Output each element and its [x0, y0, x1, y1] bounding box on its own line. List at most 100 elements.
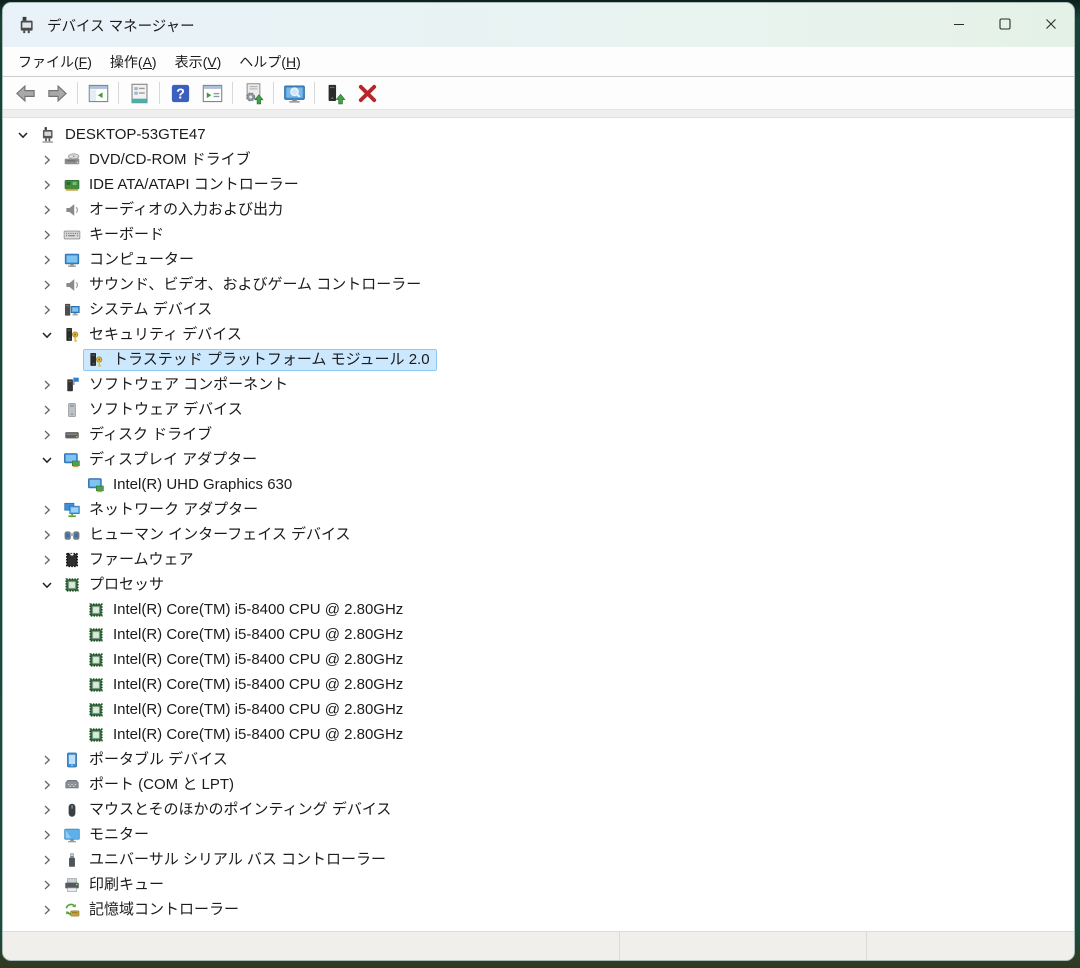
tree-item-label: Intel(R) Core(TM) i5-8400 CPU @ 2.80GHz — [113, 702, 403, 717]
tree-item[interactable]: DESKTOP-53GTE47 — [3, 122, 1074, 147]
minimize-button[interactable] — [936, 3, 982, 47]
chevron-right-icon[interactable] — [35, 522, 59, 547]
tree-item-content: Intel(R) Core(TM) i5-8400 CPU @ 2.80GHz — [83, 674, 410, 696]
chevron-down-icon[interactable] — [11, 122, 35, 147]
tree-item-content: キーボード — [59, 224, 171, 246]
tree-item[interactable]: DVD/CD-ROM ドライブ — [3, 147, 1074, 172]
tree-item[interactable]: キーボード — [3, 222, 1074, 247]
chevron-right-icon[interactable] — [35, 422, 59, 447]
tree-item[interactable]: ソフトウェア コンポーネント — [3, 372, 1074, 397]
tree-item[interactable]: Intel(R) Core(TM) i5-8400 CPU @ 2.80GHz — [3, 597, 1074, 622]
sound-game-controller-icon — [63, 276, 81, 294]
tree-item-content: Intel(R) Core(TM) i5-8400 CPU @ 2.80GHz — [83, 649, 410, 671]
chevron-right-icon[interactable] — [35, 147, 59, 172]
chevron-right-icon[interactable] — [35, 247, 59, 272]
tree-item[interactable]: セキュリティ デバイス — [3, 322, 1074, 347]
tree-item-content: ヒューマン インターフェイス デバイス — [59, 524, 358, 546]
menu-file[interactable]: ファイル(F) — [9, 49, 101, 75]
toolbar: ? — [3, 77, 1074, 110]
chevron-right-icon[interactable] — [35, 872, 59, 897]
tree-item[interactable]: プロセッサ — [3, 572, 1074, 597]
tree-item-label: 記憶域コントローラー — [89, 902, 239, 917]
tree-item[interactable]: Intel(R) Core(TM) i5-8400 CPU @ 2.80GHz — [3, 722, 1074, 747]
chevron-right-icon[interactable] — [35, 197, 59, 222]
toolbar-help-button[interactable]: ? — [164, 79, 196, 107]
chevron-right-icon[interactable] — [35, 297, 59, 322]
minimize-icon — [951, 16, 967, 35]
toolbar-back-button[interactable] — [9, 79, 41, 107]
chevron-down-icon[interactable] — [35, 572, 59, 597]
chevron-right-icon[interactable] — [35, 847, 59, 872]
tree-item-label: オーディオの入力および出力 — [89, 202, 283, 217]
tree-item[interactable]: Intel(R) Core(TM) i5-8400 CPU @ 2.80GHz — [3, 672, 1074, 697]
tree-item[interactable]: ポート (COM と LPT) — [3, 772, 1074, 797]
chevron-right-icon[interactable] — [35, 497, 59, 522]
tree-item-label: ポータブル デバイス — [89, 752, 228, 767]
chevron-right-icon[interactable] — [35, 822, 59, 847]
tree-item-label: プロセッサ — [89, 577, 164, 592]
toolbar-show-action-pane-button[interactable] — [196, 79, 228, 107]
tree-item[interactable]: ファームウェア — [3, 547, 1074, 572]
toolbar-uninstall-device-button[interactable] — [351, 79, 383, 107]
tree-item[interactable]: ユニバーサル シリアル バス コントローラー — [3, 847, 1074, 872]
chevron-down-icon[interactable] — [35, 447, 59, 472]
tree-item[interactable]: ネットワーク アダプター — [3, 497, 1074, 522]
toolbar-show-console-tree-button[interactable] — [82, 79, 114, 107]
toolbar-properties-button[interactable] — [123, 79, 155, 107]
tree-item-content: ポート (COM と LPT) — [59, 774, 241, 796]
chevron-right-icon[interactable] — [35, 747, 59, 772]
tree-item[interactable]: 印刷キュー — [3, 872, 1074, 897]
dvd-drive-icon — [63, 151, 81, 169]
menu-view[interactable]: 表示(V) — [166, 49, 231, 75]
chevron-right-icon[interactable] — [35, 897, 59, 922]
tree-item[interactable]: ヒューマン インターフェイス デバイス — [3, 522, 1074, 547]
title-bar: デバイス マネージャー — [3, 3, 1074, 47]
chevron-right-icon[interactable] — [35, 372, 59, 397]
toolbar-update-driver-button[interactable] — [319, 79, 351, 107]
toolbar-scan-hardware-changes-button[interactable] — [237, 79, 269, 107]
menu-help[interactable]: ヘルプ(H) — [230, 49, 309, 75]
close-button[interactable] — [1028, 3, 1074, 47]
chevron-right-icon[interactable] — [35, 547, 59, 572]
tree-item[interactable]: Intel(R) Core(TM) i5-8400 CPU @ 2.80GHz — [3, 622, 1074, 647]
chevron-right-icon[interactable] — [35, 172, 59, 197]
software-device-icon — [63, 401, 81, 419]
chevron-right-icon[interactable] — [35, 222, 59, 247]
mouse-icon — [63, 801, 81, 819]
chevron-spacer — [59, 722, 83, 747]
tree-item[interactable]: モニター — [3, 822, 1074, 847]
tree-item[interactable]: Intel(R) UHD Graphics 630 — [3, 472, 1074, 497]
tree-item[interactable]: オーディオの入力および出力 — [3, 197, 1074, 222]
tree-item-content: ネットワーク アダプター — [59, 499, 265, 521]
tree-item[interactable]: サウンド、ビデオ、およびゲーム コントローラー — [3, 272, 1074, 297]
chevron-right-icon[interactable] — [35, 397, 59, 422]
tree-item-content: Intel(R) Core(TM) i5-8400 CPU @ 2.80GHz — [83, 624, 410, 646]
tree-item[interactable]: トラステッド プラットフォーム モジュール 2.0 — [3, 347, 1074, 372]
tree-item[interactable]: ディスク ドライブ — [3, 422, 1074, 447]
chevron-right-icon[interactable] — [35, 797, 59, 822]
properties-icon — [128, 82, 151, 105]
tree-item[interactable]: システム デバイス — [3, 297, 1074, 322]
tree-item[interactable]: IDE ATA/ATAPI コントローラー — [3, 172, 1074, 197]
processor-icon — [87, 651, 105, 669]
tree-item[interactable]: Intel(R) Core(TM) i5-8400 CPU @ 2.80GHz — [3, 647, 1074, 672]
chevron-spacer — [59, 622, 83, 647]
tree-item-content: マウスとそのほかのポインティング デバイス — [59, 799, 398, 821]
tree-item[interactable]: 記憶域コントローラー — [3, 897, 1074, 922]
chevron-right-icon[interactable] — [35, 772, 59, 797]
maximize-icon — [997, 16, 1013, 35]
tree-item[interactable]: ポータブル デバイス — [3, 747, 1074, 772]
toolbar-search-computer-button[interactable] — [278, 79, 310, 107]
tree-item-content: プロセッサ — [59, 574, 171, 596]
tree-item[interactable]: Intel(R) Core(TM) i5-8400 CPU @ 2.80GHz — [3, 697, 1074, 722]
chevron-down-icon[interactable] — [35, 322, 59, 347]
tree-item[interactable]: コンピューター — [3, 247, 1074, 272]
tree-item[interactable]: ディスプレイ アダプター — [3, 447, 1074, 472]
usb-controller-icon — [63, 851, 81, 869]
toolbar-forward-button[interactable] — [41, 79, 73, 107]
tree-item[interactable]: ソフトウェア デバイス — [3, 397, 1074, 422]
tree-item[interactable]: マウスとそのほかのポインティング デバイス — [3, 797, 1074, 822]
chevron-right-icon[interactable] — [35, 272, 59, 297]
maximize-button[interactable] — [982, 3, 1028, 47]
menu-action[interactable]: 操作(A) — [101, 49, 166, 75]
